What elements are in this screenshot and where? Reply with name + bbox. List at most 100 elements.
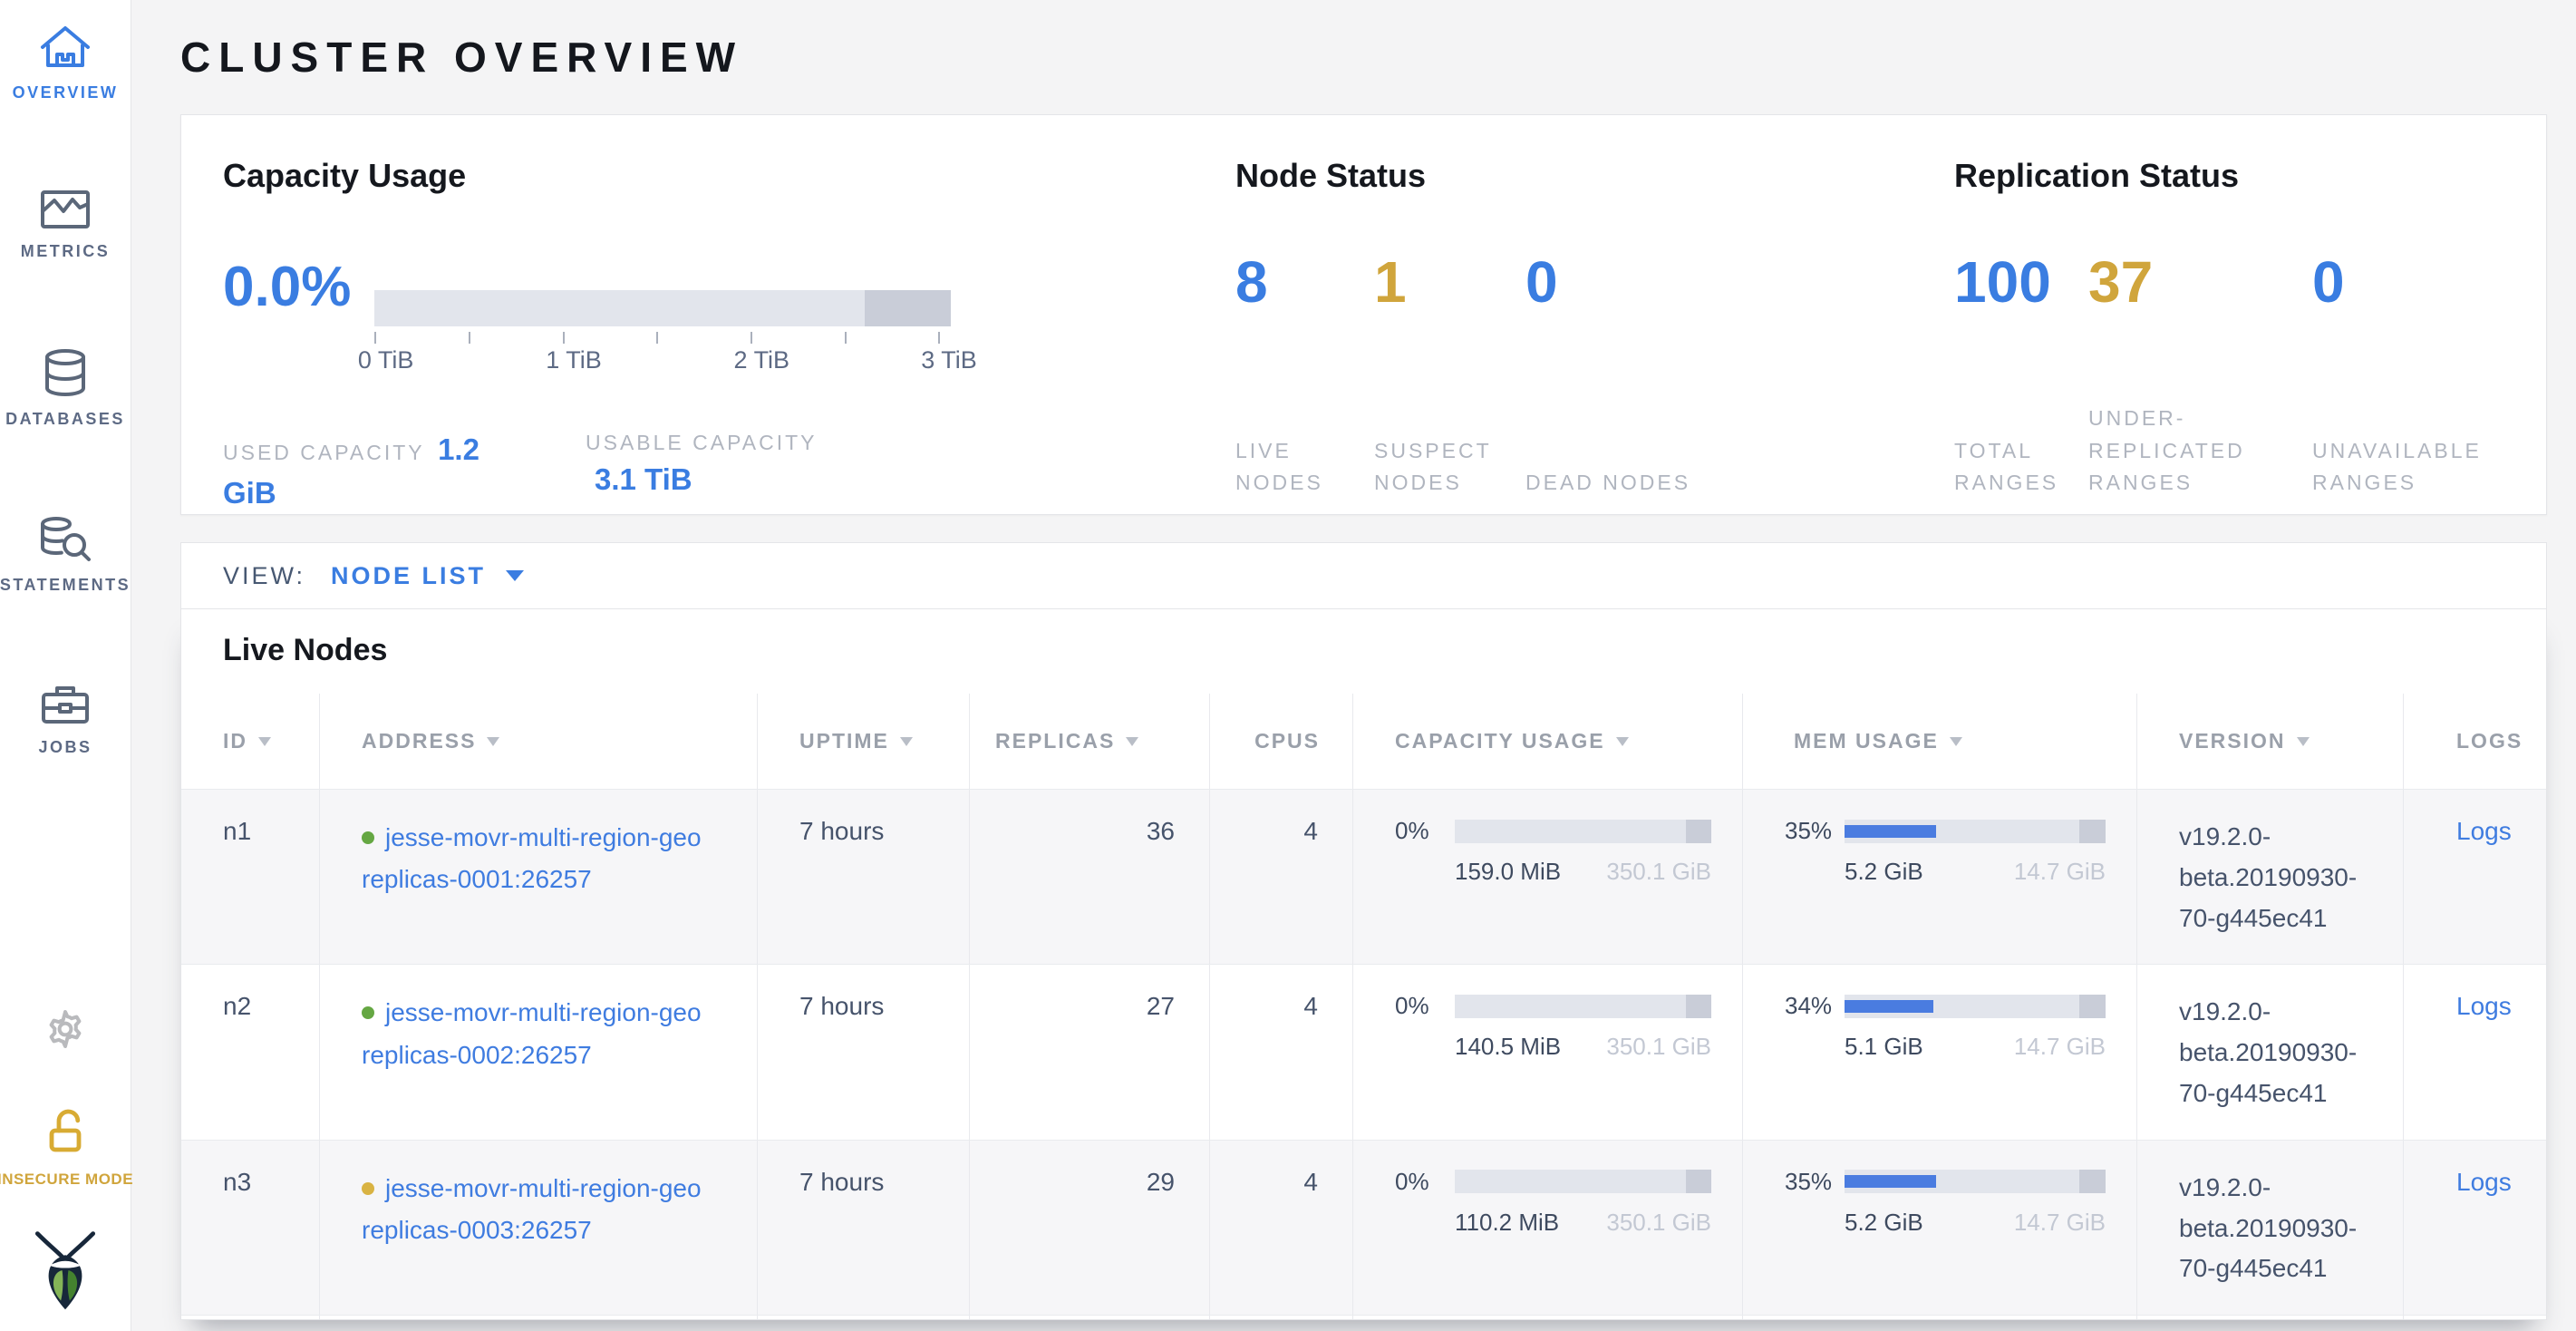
col-header-cpus[interactable]: CPUS (1210, 694, 1353, 789)
sort-arrow-icon (1950, 737, 1962, 746)
under-replicated-value: 37 (2088, 253, 2312, 311)
used-capacity-label: USED CAPACITY (223, 441, 425, 464)
col-header-address[interactable]: ADDRESS (320, 694, 758, 789)
table-row: n3 jesse-movr-multi-region-georeplicas-0… (181, 1140, 2546, 1315)
sidebar-item-statements[interactable]: STATEMENTS (0, 516, 131, 595)
sort-arrow-icon (900, 737, 913, 746)
node-address-cell: jesse-movr-multi-region-georeplicas-0004… (320, 1316, 758, 1320)
usable-capacity-stat: USABLE CAPACITY 3.1 TiB (586, 428, 948, 515)
node-status-dot (362, 1182, 374, 1195)
capacity-meter-bar (1455, 820, 1711, 843)
cpus-cell: 4 (1210, 790, 1353, 964)
suspect-nodes-label: SUSPECT NODES (1374, 435, 1513, 500)
app-root: OVERVIEW METRICS DATABASES (0, 0, 2576, 1331)
col-header-replicas[interactable]: REPLICAS (970, 694, 1210, 789)
suspect-nodes-value: 1 (1374, 253, 1513, 311)
live-nodes-stat: 8 LIVE NODES (1235, 253, 1374, 500)
sidebar-item-jobs[interactable]: JOBS (38, 682, 92, 757)
col-header-id[interactable]: ID (181, 694, 320, 789)
tick-label: 2 TiB (734, 346, 790, 374)
logs-cell: Logs (2404, 1141, 2547, 1315)
logs-link[interactable]: Logs (2456, 992, 2512, 1020)
jobs-icon (40, 682, 91, 725)
live-nodes-title: Live Nodes (181, 609, 2546, 694)
logs-link[interactable]: Logs (2456, 1168, 2512, 1196)
capacity-usage-title: Capacity Usage (223, 157, 1235, 195)
node-address-link[interactable]: jesse-movr-multi-region-georeplicas-0002… (362, 998, 702, 1068)
capacity-usage-cell: 0% 159.0 MiB350.1 GiB (1353, 790, 1743, 964)
node-address-link[interactable]: jesse-movr-multi-region-georeplicas-0001… (362, 823, 702, 893)
node-id-cell: n1 (181, 790, 320, 964)
replication-status-title: Replication Status (1954, 157, 2546, 195)
capacity-axis-labels: 0 TiB 1 TiB 2 TiB 3 TiB (374, 346, 951, 375)
node-status-title: Node Status (1235, 157, 1954, 195)
mem-meter-bar (1845, 1170, 2106, 1193)
open-lock-icon (45, 1108, 85, 1160)
replication-status-section: Replication Status 100 TOTAL RANGES 37 U… (1954, 157, 2546, 514)
view-dropdown-value: NODE LIST (331, 562, 486, 590)
table-row: n2 jesse-movr-multi-region-georeplicas-0… (181, 964, 2546, 1139)
capacity-usage-section: Capacity Usage 0.0% 0 TiB 1 TiB 2 TiB 3 … (223, 157, 1235, 514)
used-capacity-stat: USED CAPACITY 1.2 GiB (223, 428, 586, 515)
databases-icon (44, 348, 87, 397)
node-address-cell: jesse-movr-multi-region-georeplicas-0003… (320, 1141, 758, 1315)
node-status-dot (362, 831, 374, 844)
node-status-section: Node Status 8 LIVE NODES 1 SUSPECT NODES… (1235, 157, 1954, 514)
col-header-uptime[interactable]: UPTIME (758, 694, 970, 789)
replicas-cell: 27 (970, 965, 1210, 1139)
live-nodes-label: LIVE NODES (1235, 435, 1374, 500)
sidebar-item-label: JOBS (38, 738, 92, 757)
insecure-mode-label: INSECURE MODE (0, 1171, 133, 1189)
under-replicated-stat: 37 UNDER-REPLICATED RANGES (2088, 253, 2312, 500)
col-header-mem-usage[interactable]: MEM USAGE (1743, 694, 2137, 789)
total-ranges-value: 100 (1954, 253, 2088, 311)
node-address-link[interactable]: jesse-movr-multi-region-georeplicas-0003… (362, 1174, 702, 1244)
col-header-capacity-usage[interactable]: CAPACITY USAGE (1353, 694, 1743, 789)
sidebar-item-label: METRICS (21, 242, 111, 261)
sidebar-item-metrics[interactable]: METRICS (21, 189, 111, 261)
logs-cell: Logs (2404, 965, 2547, 1139)
total-ranges-label: TOTAL RANGES (1954, 435, 2088, 500)
cpus-cell: 4 (1210, 1316, 1353, 1320)
statements-icon (39, 516, 92, 563)
cluster-summary-card: Capacity Usage 0.0% 0 TiB 1 TiB 2 TiB 3 … (180, 114, 2547, 515)
live-nodes-value: 8 (1235, 253, 1374, 311)
cockroachdb-logo-icon[interactable] (26, 1229, 104, 1316)
col-header-version[interactable]: VERSION (2137, 694, 2404, 789)
sidebar-item-overview[interactable]: OVERVIEW (13, 24, 119, 102)
sort-arrow-icon (2297, 737, 2310, 746)
version-cell: v19.2.0-beta.20190930-70-g445ec41 (2137, 1316, 2404, 1320)
sidebar: OVERVIEW METRICS DATABASES (0, 0, 131, 1331)
sort-arrow-icon (487, 737, 499, 746)
node-address-cell: jesse-movr-multi-region-georeplicas-0002… (320, 965, 758, 1139)
unavailable-ranges-label: UNAVAILABLE RANGES (2312, 435, 2521, 500)
node-id-cell: n4 (181, 1316, 320, 1320)
settings-gear-icon[interactable] (44, 1007, 87, 1055)
page-title: CLUSTER OVERVIEW (180, 33, 2547, 82)
sidebar-item-label: DATABASES (5, 410, 125, 429)
uptime-cell: 7 hours (758, 965, 970, 1139)
usable-capacity-value: 3.1 TiB (595, 462, 692, 496)
live-nodes-card: Live Nodes ID ADDRESS UPTIME REPLICAS CP… (180, 608, 2547, 1320)
sidebar-bottom: INSECURE MODE (0, 1007, 133, 1331)
chevron-down-icon (506, 570, 524, 581)
node-address-cell: jesse-movr-multi-region-georeplicas-0001… (320, 790, 758, 964)
replicas-cell: 33 (970, 1316, 1210, 1320)
view-dropdown[interactable]: NODE LIST (331, 562, 524, 590)
view-selector-bar: VIEW: NODE LIST (180, 542, 2547, 608)
sidebar-item-databases[interactable]: DATABASES (5, 348, 125, 429)
node-id-cell: n3 (181, 1141, 320, 1315)
capacity-usage-cell: 0% 110.2 MiB350.1 GiB (1353, 1141, 1743, 1315)
metrics-icon (40, 189, 91, 229)
usable-capacity-label: USABLE CAPACITY (586, 431, 817, 454)
sidebar-item-label: OVERVIEW (13, 83, 119, 102)
sort-arrow-icon (258, 737, 271, 746)
under-replicated-label: UNDER-REPLICATED RANGES (2088, 403, 2312, 500)
logs-link[interactable]: Logs (2456, 817, 2512, 845)
tick-label: 1 TiB (546, 346, 602, 374)
sort-arrow-icon (1126, 737, 1138, 746)
total-ranges-stat: 100 TOTAL RANGES (1954, 253, 2088, 500)
logs-cell: Logs (2404, 1316, 2547, 1320)
node-id-cell: n2 (181, 965, 320, 1139)
mem-usage-cell: 35% 5.2 GiB14.7 GiB (1743, 790, 2137, 964)
